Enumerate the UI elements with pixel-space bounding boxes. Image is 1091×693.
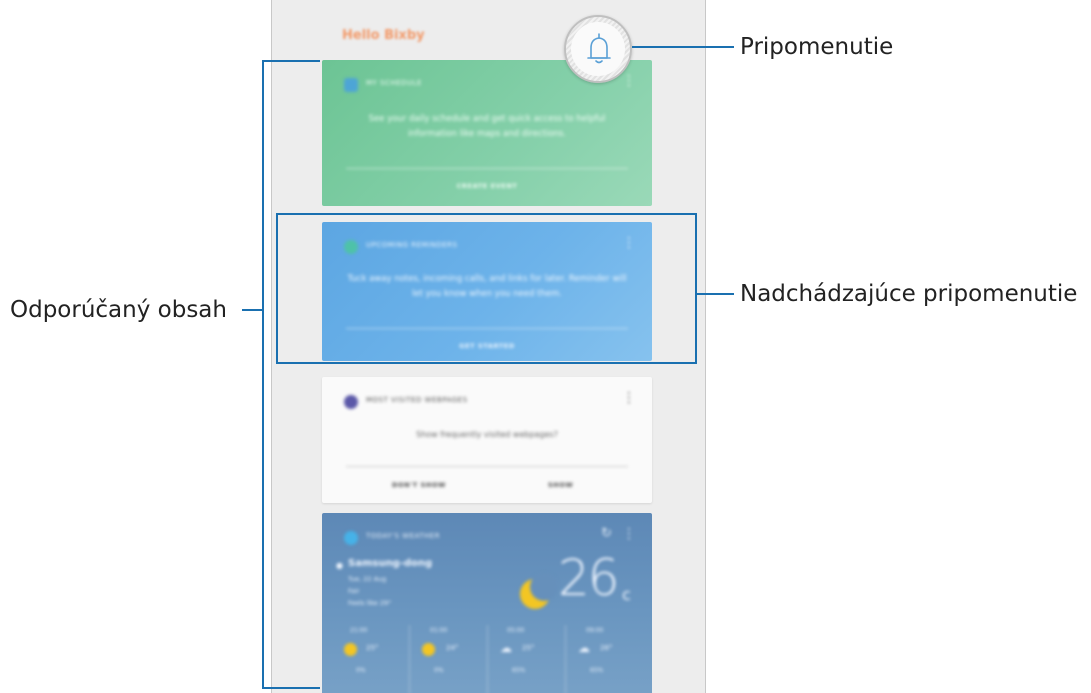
refresh-icon[interactable]: ↻ [601,527,612,540]
card-body: See your daily schedule and get quick ac… [368,114,606,139]
card-body: Show frequently visited webpages? [416,430,558,439]
callout-recommended-content-label: Odporúčaný obsah [10,297,227,323]
bixby-greeting: Hello Bixby [342,28,425,43]
create-event-button[interactable]: CREATE EVENT [322,182,652,190]
internet-icon [344,395,358,409]
calendar-icon [344,78,358,92]
bell-icon [587,33,611,64]
moon-icon-cutout [530,573,558,601]
reminder-button[interactable] [564,15,632,83]
upcoming-reminders-highlight-frame [276,213,697,364]
temperature-unit: c [622,585,631,604]
partly-cloudy-night-icon [422,643,435,656]
rain-cloud-icon: ☁ [500,641,512,655]
weather-icon [344,531,358,545]
callout-upcoming-reminders-label: Nadchádzajúce pripomenutie [740,281,1078,307]
forecast-rain: 65% [590,667,604,674]
forecast-time: 21:00 [350,627,368,634]
weather-feels-like: Feels like 29° [348,599,392,607]
weather-location: Samsung-dong [348,558,433,569]
forecast-temp: 25° [366,644,379,652]
location-pin-icon: ● [336,561,343,570]
reminder-button-face [571,22,625,76]
weather-condition: Fair [348,587,360,595]
forecast-rain: 65% [512,667,526,674]
show-button[interactable]: SHOW [548,481,573,489]
bracket-line-recommended [262,60,264,689]
moon-icon [344,643,357,656]
callout-line-reminder [632,46,734,48]
forecast-time: 09:00 [586,627,604,634]
bracket-top-tick [262,60,320,62]
rain-cloud-icon: ☁ [578,641,590,655]
card-divider [346,168,628,169]
card-most-visited-webpages[interactable]: MOST VISITED WEBPAGES ⋮ Show frequently … [322,377,652,503]
forecast-rain: 0% [434,667,444,674]
forecast-rain: 0% [356,667,366,674]
forecast-temp: 24° [446,644,459,652]
forecast-time: 01:00 [430,627,448,634]
current-temperature: 26 [558,549,620,607]
callout-line-upcoming [697,293,734,295]
more-options-icon[interactable]: ⋮ [622,391,636,405]
weather-date: Tue, 22 Aug [348,575,387,583]
card-title: TODAY'S WEATHER [366,532,441,540]
dont-show-button[interactable]: DON'T SHOW [392,481,446,489]
column-separator [565,625,566,693]
more-options-icon[interactable]: ⋮ [622,527,636,541]
column-separator [487,625,488,693]
forecast-temp: 26° [600,644,613,652]
card-divider [346,466,628,467]
more-options-icon[interactable]: ⋮ [622,74,636,88]
column-separator [409,625,410,693]
forecast-time: 05:00 [507,627,525,634]
callout-line-recommended [242,309,262,311]
callout-reminder-label: Pripomenutie [740,34,894,60]
forecast-temp: 25° [522,644,535,652]
card-todays-weather[interactable]: TODAY'S WEATHER ↻ ⋮ ● Samsung-dong Tue, … [322,513,652,693]
card-title: MOST VISITED WEBPAGES [366,396,468,404]
bracket-bottom-tick [262,687,320,689]
card-title: MY SCHEDULE [366,79,422,87]
